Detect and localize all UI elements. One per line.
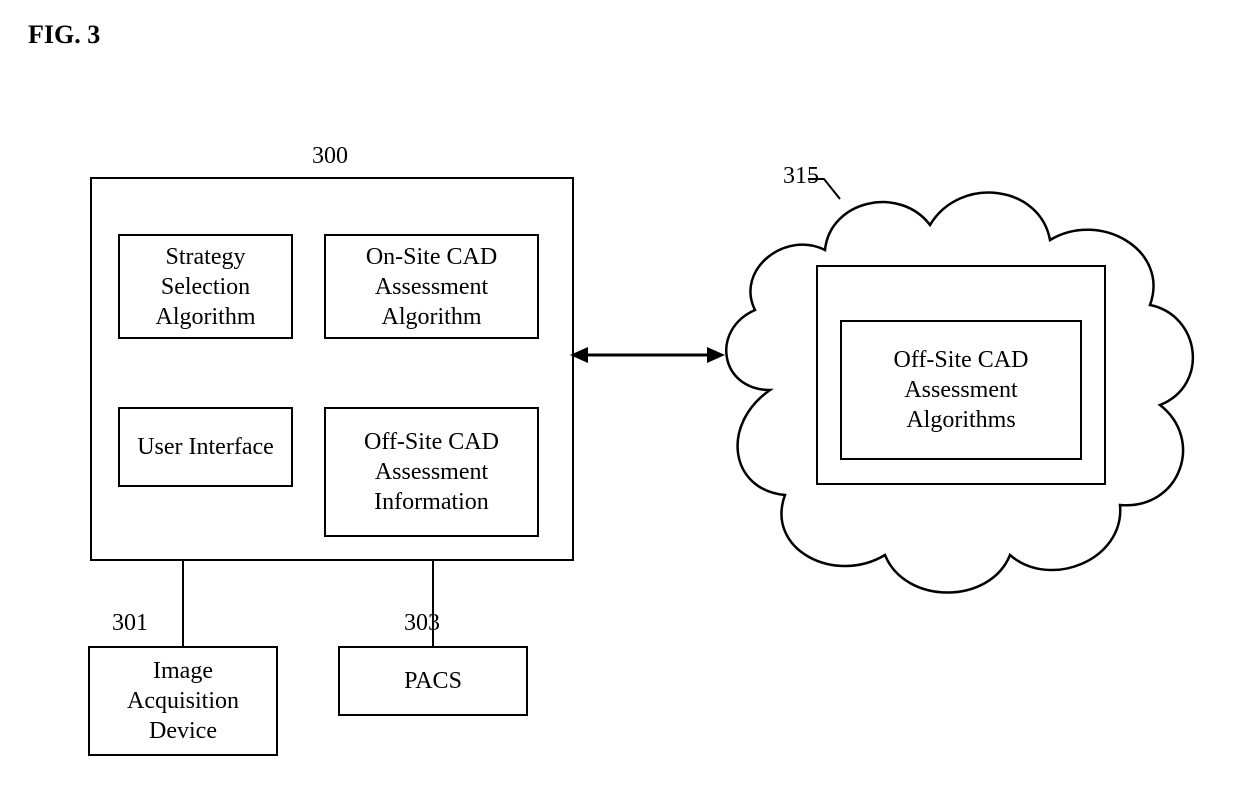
figure-page: FIG. 3 300 302 304 306 308 301 303 310 3… bbox=[0, 0, 1240, 803]
ref-301: 301 bbox=[100, 610, 160, 637]
ref-303: 303 bbox=[392, 610, 452, 637]
box-offsite-cad-info: Off-Site CAD Assessment Information bbox=[324, 407, 539, 537]
leader-315 bbox=[808, 173, 858, 203]
ref-300: 300 bbox=[300, 143, 360, 170]
connector-300-to-303 bbox=[432, 559, 434, 646]
connector-300-to-301 bbox=[182, 559, 184, 646]
box-image-acquisition: Image Acquisition Device bbox=[88, 646, 278, 756]
box-strategy-selection: Strategy Selection Algorithm bbox=[118, 234, 293, 339]
box-pacs: PACS bbox=[338, 646, 528, 716]
box-onsite-cad: On-Site CAD Assessment Algorithm bbox=[324, 234, 539, 339]
figure-title: FIG. 3 bbox=[28, 20, 100, 50]
box-user-interface: User Interface bbox=[118, 407, 293, 487]
box-offsite-cad-algorithms: Off-Site CAD Assessment Algorithms bbox=[840, 320, 1082, 460]
